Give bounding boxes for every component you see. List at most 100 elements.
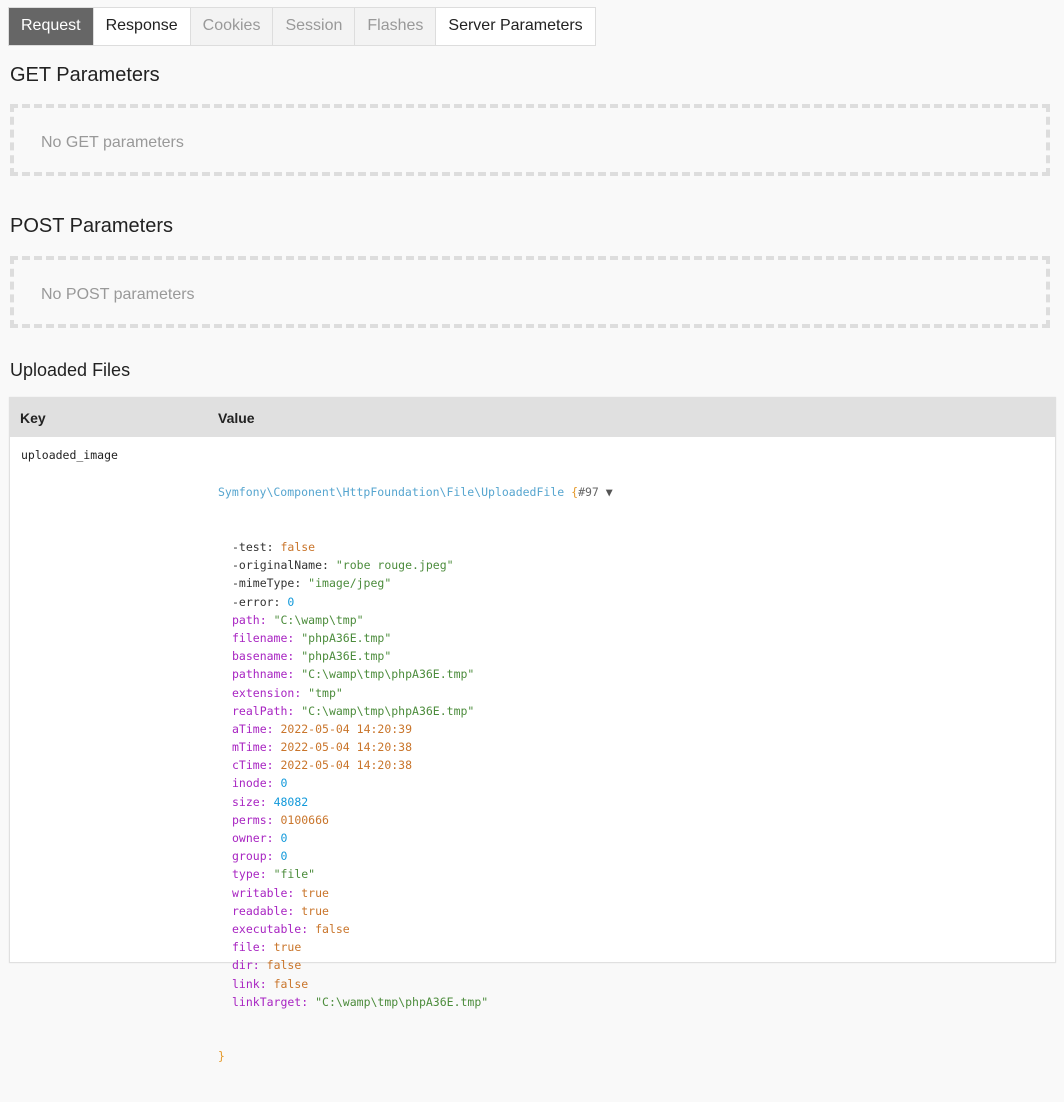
get-parameters-heading: GET Parameters: [10, 64, 160, 86]
property-colon: :: [287, 630, 302, 645]
tab-session[interactable]: Session: [273, 8, 356, 45]
property-colon: :: [259, 612, 274, 627]
property-name: mTime: [232, 740, 267, 755]
column-header-value: Value: [218, 410, 255, 426]
property-name: dir: [232, 958, 253, 973]
tab-server-parameters[interactable]: Server Parameters: [436, 8, 595, 45]
property-value: "file": [273, 867, 316, 882]
tab-response[interactable]: Response: [93, 8, 191, 45]
property-value: false: [280, 540, 316, 554]
dump-property: link: false: [218, 975, 613, 993]
property-colon: :: [287, 649, 302, 664]
dump-property: realPath: "C:\wamp\tmp\phpA36E.tmp": [218, 702, 613, 720]
property-value: "C:\wamp\tmp\phpA36E.tmp": [315, 994, 489, 1009]
dump-property: -mimeType: "image/jpeg": [218, 574, 613, 592]
property-value: "C:\wamp\tmp\phpA36E.tmp": [301, 703, 475, 718]
dump-property: extension: "tmp": [218, 684, 613, 702]
property-colon: :: [273, 594, 288, 609]
dump-property: file: true: [218, 938, 613, 956]
var-dump: Symfony\Component\HttpFoundation\File\Up…: [218, 447, 613, 1102]
get-parameters-empty-box: No GET parameters: [10, 104, 1050, 176]
property-name: executable: [232, 921, 302, 936]
property-value: false: [266, 958, 302, 973]
tab-request[interactable]: Request: [9, 8, 94, 45]
collapse-toggle-icon[interactable]: ▼: [606, 485, 613, 499]
dump-property: inode: 0: [218, 774, 613, 792]
property-value: "image/jpeg": [308, 576, 392, 591]
object-ref: #97: [578, 485, 599, 500]
dump-property: dir: false: [218, 956, 613, 974]
property-value: 0: [287, 594, 295, 609]
property-colon: :: [252, 958, 267, 973]
dump-property: pathname: "C:\wamp\tmp\phpA36E.tmp": [218, 665, 613, 683]
property-value: 2022-05-04 14:20:38: [280, 740, 413, 755]
property-value: 2022-05-04 14:20:39: [280, 721, 413, 736]
property-name: filename: [232, 630, 288, 645]
dump-property: owner: 0: [218, 829, 613, 847]
property-value: 0100666: [280, 812, 329, 827]
property-value: "C:\wamp\tmp\phpA36E.tmp": [301, 667, 475, 682]
property-colon: :: [266, 721, 281, 736]
post-parameters-empty-text: No POST parameters: [41, 286, 195, 303]
property-name: -error: [232, 594, 274, 609]
property-value: "C:\wamp\tmp": [273, 612, 364, 627]
property-value: true: [301, 885, 329, 900]
property-value: false: [273, 976, 309, 991]
property-value: 48082: [273, 794, 309, 809]
property-value: 0: [280, 849, 288, 864]
property-name: readable: [232, 903, 288, 918]
property-colon: :: [266, 812, 281, 827]
dump-property: group: 0: [218, 847, 613, 865]
property-name: -originalName: [232, 558, 323, 573]
dump-property: perms: 0100666: [218, 811, 613, 829]
property-name: basename: [232, 649, 288, 664]
property-colon: :: [322, 558, 336, 573]
table-row: uploaded_image Symfony\Component\HttpFou…: [10, 437, 1055, 1063]
property-colon: :: [287, 885, 302, 900]
dump-property: size: 48082: [218, 793, 613, 811]
tab-cookies[interactable]: Cookies: [190, 8, 274, 45]
property-colon: :: [266, 540, 281, 554]
property-name: group: [232, 849, 267, 864]
dump-property: linkTarget: "C:\wamp\tmp\phpA36E.tmp": [218, 993, 613, 1011]
class-name: Symfony\Component\HttpFoundation\File\Up…: [218, 485, 565, 500]
uploaded-files-table: Key Value uploaded_image Symfony\Compone…: [9, 397, 1056, 1063]
dump-property: filename: "phpA36E.tmp": [218, 629, 613, 647]
property-colon: :: [301, 994, 316, 1009]
post-parameters-empty-box: No POST parameters: [10, 256, 1050, 328]
property-value: "phpA36E.tmp": [301, 630, 392, 645]
close-brace: }: [218, 1049, 225, 1064]
get-parameters-empty-text: No GET parameters: [41, 134, 184, 151]
property-name: owner: [232, 831, 267, 845]
uploaded-files-heading: Uploaded Files: [10, 360, 131, 380]
property-colon: :: [287, 667, 302, 682]
dump-property: executable: false: [218, 920, 613, 938]
column-header-key: Key: [20, 410, 46, 426]
dump-property: -originalName: "robe rouge.jpeg": [218, 556, 613, 574]
property-name: cTime: [232, 758, 267, 773]
dump-property: type: "file": [218, 865, 613, 883]
row-key: uploaded_image: [21, 448, 118, 462]
property-colon: :: [266, 831, 281, 845]
property-colon: :: [259, 976, 274, 991]
property-name: size: [232, 794, 260, 809]
property-name: path: [232, 612, 260, 627]
property-colon: :: [259, 794, 274, 809]
dump-property: -error: 0: [218, 593, 613, 611]
property-name: writable: [232, 885, 288, 900]
property-name: perms: [232, 812, 267, 827]
property-value: true: [273, 940, 302, 955]
dump-property: basename: "phpA36E.tmp": [218, 647, 613, 665]
tab-flashes[interactable]: Flashes: [355, 8, 437, 45]
property-colon: :: [259, 867, 274, 882]
dump-property: readable: true: [218, 902, 613, 920]
table-header: Key Value: [10, 398, 1055, 437]
property-name: type: [232, 867, 260, 882]
property-colon: :: [287, 903, 302, 918]
property-colon: :: [266, 849, 281, 864]
property-list: -test: false -originalName: "robe rouge.j…: [218, 538, 613, 1011]
property-value: true: [301, 903, 329, 918]
property-value: 2022-05-04 14:20:38: [280, 758, 413, 773]
property-value: "phpA36E.tmp": [301, 649, 392, 664]
property-value: "robe rouge.jpeg": [335, 558, 454, 573]
